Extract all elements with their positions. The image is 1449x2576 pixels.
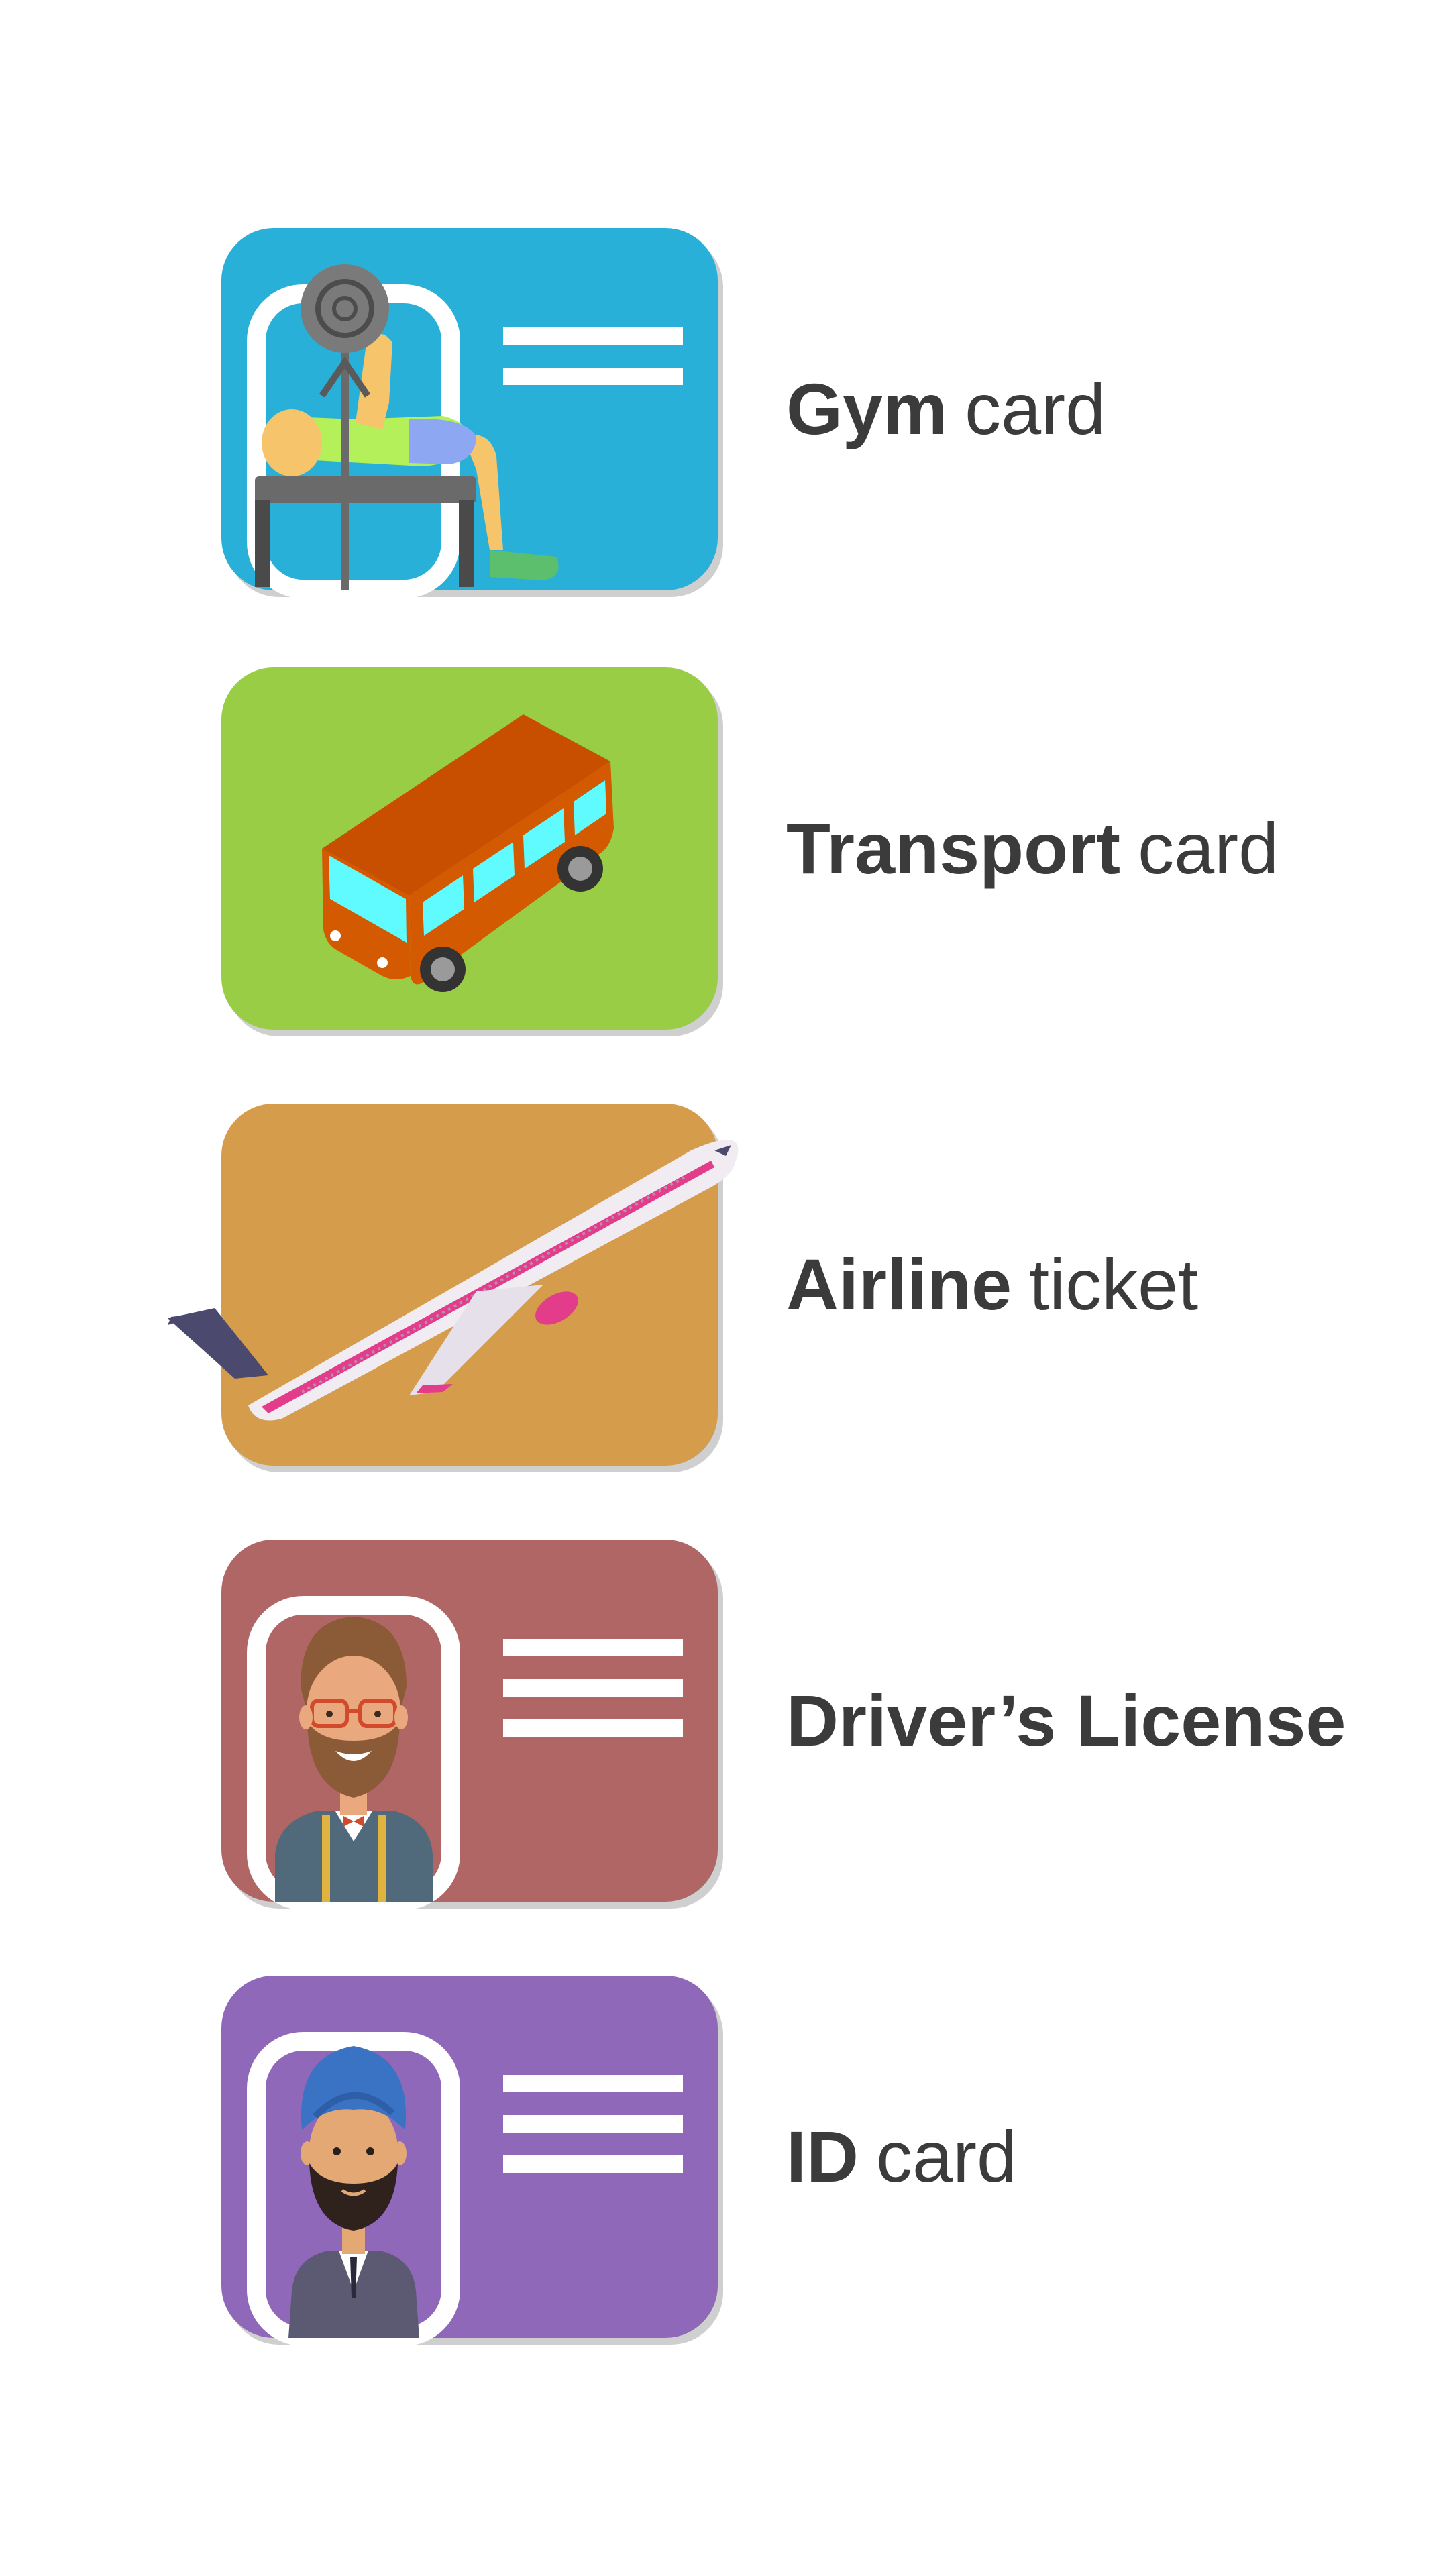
item-transport-card: Transport card [0, 667, 1449, 1043]
airplane-icon [168, 1140, 739, 1421]
airline-ticket-label-light: ticket [1029, 1244, 1199, 1325]
bus-icon [322, 714, 614, 992]
id-card-label-light: card [876, 2116, 1018, 2197]
drivers-license-card [221, 1540, 718, 1910]
weightlifter-icon [247, 264, 683, 598]
transport-card-label: Transport card [786, 805, 1279, 892]
airline-ticket-card [168, 1104, 739, 1466]
transport-card-label-strong: Transport [786, 808, 1121, 889]
id-card [221, 1976, 718, 2346]
id-card-label-strong: ID [786, 2116, 859, 2197]
turbaned-man-icon [247, 2032, 683, 2346]
transport-card-label-light: card [1138, 808, 1279, 889]
transport-card [221, 667, 718, 1030]
bearded-man-glasses-icon [247, 1596, 683, 1910]
id-card-label: ID card [786, 2113, 1017, 2200]
airline-ticket-label-strong: Airline [786, 1244, 1012, 1325]
drivers-license-label-strong: Driver’s License [786, 1680, 1346, 1761]
drivers-license-label: Driver’s License [786, 1677, 1346, 1764]
item-id-card: ID card [0, 1976, 1449, 2351]
gym-card [221, 228, 718, 598]
gym-card-label-strong: Gym [786, 368, 948, 449]
item-airline-ticket: Airline ticket [0, 1104, 1449, 1479]
airline-ticket-label: Airline ticket [786, 1241, 1198, 1328]
item-drivers-license: Driver’s License [0, 1540, 1449, 1915]
gym-card-label-light: card [965, 368, 1106, 449]
gym-card-label: Gym card [786, 366, 1106, 453]
item-gym-card: Gym card [0, 228, 1449, 604]
